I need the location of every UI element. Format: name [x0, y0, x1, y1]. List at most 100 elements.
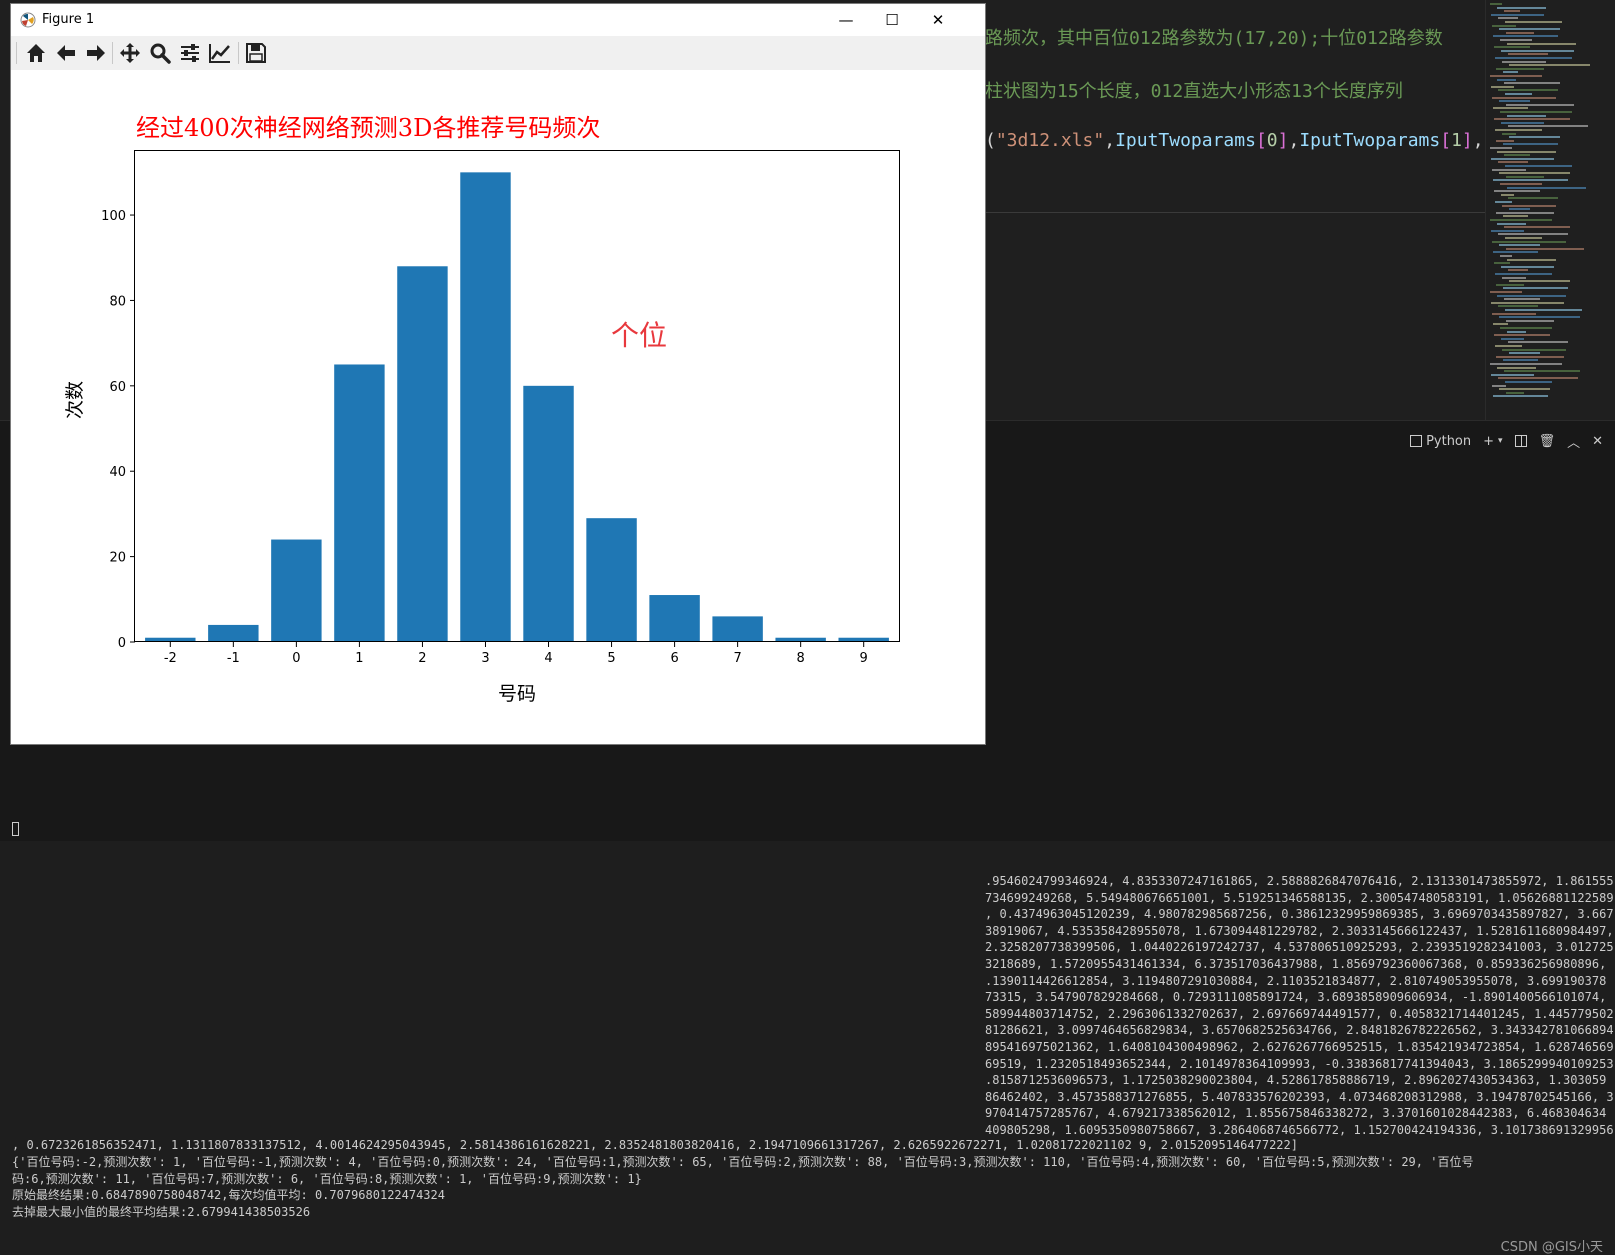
- terminal-cursor: [12, 822, 19, 836]
- maximize-panel-button[interactable]: ︿: [1567, 432, 1580, 451]
- matplotlib-logo-icon: [20, 12, 36, 28]
- split-terminal-button[interactable]: [1514, 435, 1527, 447]
- configure-subplots-icon[interactable]: [178, 41, 202, 65]
- bar-2: [397, 266, 448, 642]
- minimap-line: [1494, 334, 1550, 337]
- minimap-line: [1500, 255, 1512, 257]
- figure-window[interactable]: Figure 1 — ☐ ✕ 经过400次神经网络预测3D各推荐号码频次 0 2…: [11, 4, 985, 744]
- code-token: ,: [1472, 130, 1484, 151]
- minimap-line: [1498, 377, 1578, 380]
- minimize-button[interactable]: —: [823, 4, 869, 36]
- terminal-line: 81286621, 3.0997464656829834, 3.65706825…: [985, 1023, 1614, 1038]
- editor-minimap[interactable]: [1485, 0, 1615, 420]
- minimap-line: [1505, 21, 1562, 23]
- close-panel-button[interactable]: ✕: [1592, 434, 1603, 449]
- edit-axis-icon[interactable]: [208, 41, 232, 65]
- code-call-line: ("3d12.xls",IputTwoparams[0],IputTwopara…: [985, 130, 1484, 151]
- minimap-line: [1499, 316, 1580, 319]
- code-comment-line-2: 柱状图为15个长度，012直选大小形态13个长度序列: [985, 81, 1403, 102]
- terminal-profile-label: Python: [1426, 433, 1472, 449]
- minimap-line: [1507, 42, 1576, 45]
- minimap-line: [1492, 312, 1536, 315]
- x-tick-label: 1: [355, 651, 363, 666]
- terminal-line: , 0.4374963045120239, 4.980782985687256,…: [985, 907, 1614, 922]
- x-tick-label: 6: [670, 651, 678, 666]
- minimap-line: [1495, 129, 1542, 131]
- y-tick-label: 20: [109, 551, 126, 566]
- x-tick-label: 5: [607, 651, 615, 666]
- minimap-line: [1508, 125, 1588, 128]
- minimap-line: [1494, 46, 1530, 49]
- minimap-line: [1509, 208, 1530, 211]
- maximize-button[interactable]: ☐: [869, 4, 915, 36]
- terminal-line: 409805298, 1.6095350980758667, 3.2864068…: [985, 1123, 1614, 1137]
- x-axis: -2 -1 0 1 2 3 4 5 6 7 8 9: [164, 642, 868, 666]
- terminal-toolbar: Python + ▾ 🗑 ︿ ✕: [1355, 421, 1615, 461]
- minimap-line: [1504, 298, 1540, 301]
- minimap-line: [1490, 219, 1552, 221]
- minimap-line: [1494, 190, 1540, 193]
- minimap-line: [1508, 197, 1558, 200]
- terminal-line: {'百位号码:-2,预测次数': 1, '百位号码:-1,预测次数': 4, '…: [12, 1154, 1474, 1169]
- minimap-line: [1493, 35, 1558, 38]
- minimap-line: [1495, 201, 1512, 203]
- minimap-line: [1492, 240, 1566, 243]
- minimap-line: [1499, 388, 1550, 391]
- minimap-line: [1509, 280, 1570, 283]
- code-token: [: [1255, 130, 1267, 151]
- terminal-line: 去掉最大最小值的最终平均结果:2.679941438503526: [12, 1205, 311, 1220]
- bar-3: [460, 172, 511, 642]
- code-token: [: [1440, 130, 1452, 151]
- minimap-line: [1491, 13, 1544, 16]
- terminal-profile[interactable]: Python: [1410, 434, 1471, 449]
- minimap-line: [1491, 373, 1534, 376]
- minimap-line: [1498, 17, 1518, 20]
- minimap-line: [1500, 327, 1552, 329]
- y-axis: 0 20 40 60 80 100: [101, 209, 135, 651]
- minimap-line: [1502, 348, 1566, 351]
- terminal-line: , 0.6723261856352471, 1.1311807833137512…: [12, 1138, 1298, 1152]
- minimap-line: [1491, 157, 1554, 160]
- figure-titlebar[interactable]: Figure 1 — ☐ ✕: [11, 4, 985, 36]
- minimap-line: [1503, 71, 1518, 74]
- watermark: CSDN @GIS小天: [1500, 1240, 1603, 1255]
- pan-icon[interactable]: [118, 41, 142, 65]
- bar-5: [586, 518, 637, 642]
- zoom-icon[interactable]: [148, 41, 172, 65]
- minimap-line: [1500, 183, 1542, 185]
- minimap-line: [1504, 154, 1530, 157]
- figure-canvas[interactable]: 经过400次神经网络预测3D各推荐号码频次 0 20 40 60 80 100 -2 -1 0…: [11, 70, 985, 744]
- minimap-line: [1507, 330, 1526, 333]
- minimap-line: [1505, 309, 1582, 311]
- close-button[interactable]: ✕: [915, 4, 961, 36]
- minimap-line: [1505, 237, 1542, 239]
- terminal-line: 3218689, 1.5720955431461334, 6.373517036…: [985, 957, 1607, 971]
- minimap-line: [1491, 301, 1564, 304]
- minimap-line: [1493, 395, 1548, 398]
- save-icon[interactable]: [244, 41, 268, 65]
- axes-frame: [134, 150, 900, 642]
- minimap-line: [1500, 39, 1532, 41]
- toolbar-separator: [238, 42, 239, 64]
- new-terminal-button[interactable]: + ▾: [1483, 434, 1502, 449]
- minimap-line: [1508, 341, 1568, 344]
- home-icon[interactable]: [24, 41, 48, 65]
- forward-icon[interactable]: [84, 41, 108, 65]
- x-tick-label: 0: [292, 651, 300, 666]
- terminal-line: .1390114426612854, 3.1194807291030884, 2…: [985, 973, 1607, 988]
- minimap-line: [1506, 103, 1574, 106]
- terminal-line: 2.3258207738399506, 1.0440226197242737, …: [985, 940, 1614, 955]
- bar-series: [145, 172, 889, 642]
- minimap-line: [1501, 49, 1574, 52]
- kill-terminal-button[interactable]: 🗑: [1539, 434, 1556, 449]
- minimap-line: [1501, 265, 1554, 268]
- minimap-line: [1501, 193, 1514, 196]
- minimap-line: [1508, 269, 1528, 272]
- minimap-line: [1504, 370, 1580, 373]
- back-icon[interactable]: [54, 41, 78, 65]
- minimap-line: [1505, 381, 1552, 383]
- code-token: "3d12.xls": [995, 130, 1105, 151]
- minimap-line: [1496, 211, 1554, 214]
- close-icon: ✕: [1592, 433, 1603, 449]
- minimap-line: [1493, 179, 1568, 182]
